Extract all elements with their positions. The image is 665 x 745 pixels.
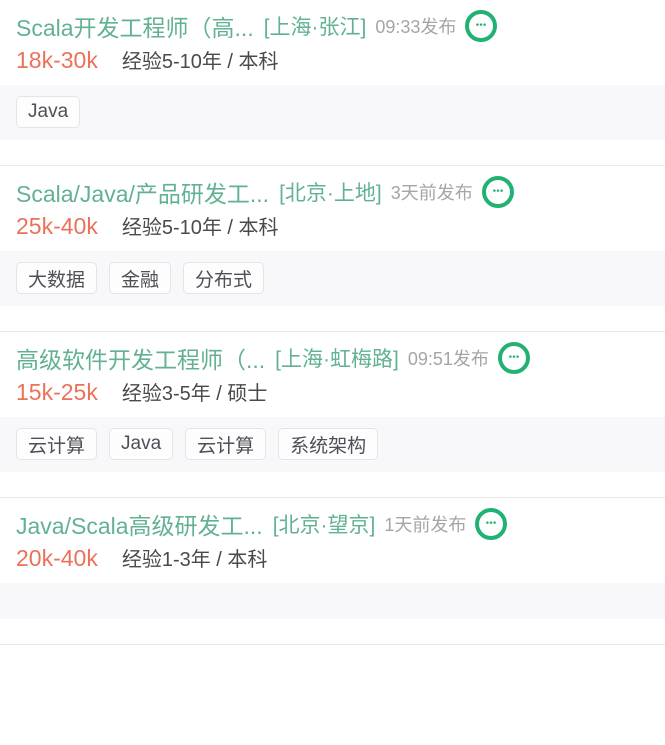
- job-card-main[interactable]: Scala开发工程师（高... [上海·张江] 09:33发布 18k-30k …: [0, 0, 665, 85]
- card-divider: [0, 644, 665, 645]
- job-requirement: 经验5-10年 / 本科: [121, 51, 279, 73]
- card-gap: [0, 140, 665, 165]
- job-tag[interactable]: 大数据: [16, 262, 98, 294]
- job-header-row: Scala开发工程师（高... [上海·张江] 09:33发布: [16, 9, 649, 43]
- job-tag-band: Java: [0, 85, 665, 140]
- job-title[interactable]: Java/Scala高级研发工...: [16, 507, 263, 541]
- job-tag[interactable]: 云计算: [185, 428, 267, 460]
- job-salary: 20k-40k: [16, 545, 98, 571]
- job-header-row: Java/Scala高级研发工... [北京·望京] 1天前发布: [16, 507, 649, 541]
- job-salary: 18k-30k: [16, 47, 98, 73]
- job-card-main[interactable]: Java/Scala高级研发工... [北京·望京] 1天前发布 20k-40k…: [0, 498, 665, 583]
- job-list-feed: Scala开发工程师（高... [上海·张江] 09:33发布 18k-30k …: [0, 0, 665, 645]
- job-publish-time: 09:51发布: [407, 349, 489, 369]
- job-card-main[interactable]: Scala/Java/产品研发工... [北京·上地] 3天前发布 25k-40…: [0, 166, 665, 251]
- job-location: [北京·望京]: [272, 514, 376, 537]
- chat-bubble-icon[interactable]: [475, 508, 508, 540]
- job-title[interactable]: Scala/Java/产品研发工...: [16, 175, 269, 209]
- chat-bubble-icon[interactable]: [465, 10, 498, 42]
- card-gap: [0, 472, 665, 497]
- job-requirement: 经验3-5年 / 硕士: [121, 383, 268, 405]
- job-card[interactable]: Java/Scala高级研发工... [北京·望京] 1天前发布 20k-40k…: [0, 498, 665, 645]
- job-tag[interactable]: Java: [109, 428, 174, 460]
- card-gap: [0, 306, 665, 331]
- job-detail-row: 20k-40k 经验1-3年 / 本科: [16, 543, 649, 577]
- job-location: [北京·上地]: [279, 182, 382, 205]
- job-publish-time: 1天前发布: [384, 515, 467, 535]
- job-title[interactable]: 高级软件开发工程师（...: [16, 341, 265, 375]
- job-tag[interactable]: 金融: [109, 262, 172, 294]
- job-title[interactable]: Scala开发工程师（高...: [16, 9, 254, 43]
- job-detail-row: 15k-25k 经验3-5年 / 硕士: [16, 377, 649, 411]
- job-tag-band: 云计算 Java 云计算 系统架构: [0, 417, 665, 472]
- job-detail-row: 25k-40k 经验5-10年 / 本科: [16, 211, 649, 245]
- job-tag-band: 大数据 金融 分布式: [0, 251, 665, 306]
- job-tag[interactable]: 云计算: [16, 428, 98, 460]
- job-requirement: 经验5-10年 / 本科: [121, 217, 279, 239]
- job-location: [上海·虹梅路]: [275, 348, 399, 371]
- job-requirement: 经验1-3年 / 本科: [121, 549, 268, 571]
- job-tag[interactable]: 系统架构: [278, 428, 379, 460]
- job-header-row: Scala/Java/产品研发工... [北京·上地] 3天前发布: [16, 175, 649, 209]
- job-publish-time: 09:33发布: [375, 17, 457, 37]
- job-detail-row: 18k-30k 经验5-10年 / 本科: [16, 45, 649, 79]
- job-card[interactable]: 高级软件开发工程师（... [上海·虹梅路] 09:51发布 15k-25k 经…: [0, 332, 665, 498]
- job-tag[interactable]: 分布式: [183, 262, 265, 294]
- job-header-row: 高级软件开发工程师（... [上海·虹梅路] 09:51发布: [16, 341, 649, 375]
- job-card[interactable]: Scala开发工程师（高... [上海·张江] 09:33发布 18k-30k …: [0, 0, 665, 166]
- chat-bubble-icon[interactable]: [497, 342, 530, 374]
- job-salary: 25k-40k: [16, 213, 98, 239]
- chat-bubble-icon[interactable]: [481, 176, 514, 208]
- job-card[interactable]: Scala/Java/产品研发工... [北京·上地] 3天前发布 25k-40…: [0, 166, 665, 332]
- card-gap: [0, 619, 665, 644]
- job-tag-band: [0, 583, 665, 619]
- job-salary: 15k-25k: [16, 379, 98, 405]
- job-card-main[interactable]: 高级软件开发工程师（... [上海·虹梅路] 09:51发布 15k-25k 经…: [0, 332, 665, 417]
- job-location: [上海·张江]: [263, 16, 367, 39]
- job-publish-time: 3天前发布: [390, 183, 473, 203]
- job-tag[interactable]: Java: [16, 96, 81, 128]
